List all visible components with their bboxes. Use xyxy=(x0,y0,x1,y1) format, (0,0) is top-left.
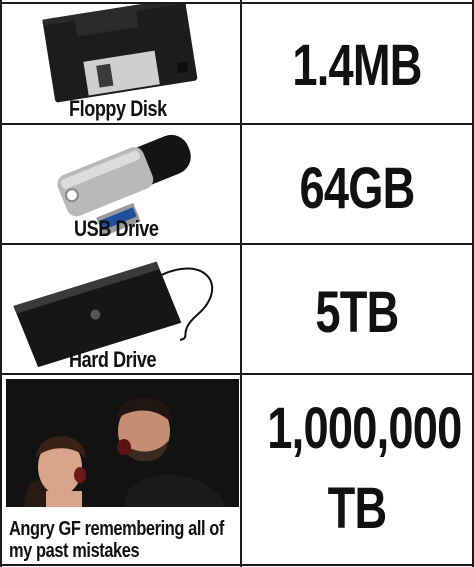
usb-cell: USB Drive xyxy=(2,125,240,243)
usb-size-cell: 64GB xyxy=(242,125,472,243)
floppy-size-cell: 1.4MB xyxy=(242,4,472,123)
hard-drive-size: 5TB xyxy=(315,280,399,345)
hard-drive-size-cell: 5TB xyxy=(242,245,472,373)
hard-drive-label: Hard Drive xyxy=(69,347,157,372)
usb-label: USB Drive xyxy=(74,216,159,241)
floppy-cell: Floppy Disk xyxy=(2,4,240,123)
angry-gf-size-line2: TB xyxy=(327,476,388,541)
angry-gf-cell: Angry GF remembering all of my past mist… xyxy=(2,375,240,564)
floppy-size: 1.4MB xyxy=(292,33,422,98)
caption-line-1: Angry GF remembering all of xyxy=(9,518,224,540)
hard-drive-cell: Hard Drive xyxy=(2,245,240,373)
couple-shouting-photo xyxy=(6,379,239,507)
meme-comparison-grid: Floppy Disk 1.4MB USB Drive 64GB Hard Dr… xyxy=(0,0,474,567)
caption-line-2: my past mistakes xyxy=(9,540,140,562)
angry-gf-size-cell: 1,000,000 TB xyxy=(242,375,472,564)
usb-size: 64GB xyxy=(299,156,415,221)
grid-line-bottom xyxy=(0,564,474,566)
angry-gf-caption: Angry GF remembering all of my past mist… xyxy=(9,518,224,562)
floppy-label: Floppy Disk xyxy=(69,96,167,121)
angry-gf-size-line1: 1,000,000 xyxy=(267,396,462,461)
